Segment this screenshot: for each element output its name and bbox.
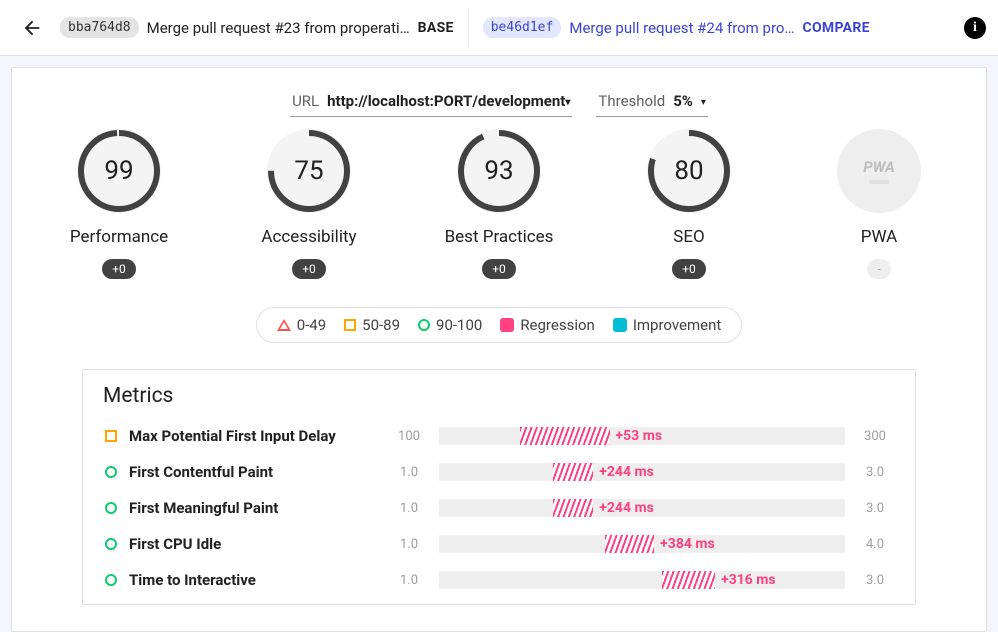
- gauge-label: SEO: [673, 227, 704, 247]
- legend-fail: 0-49: [277, 316, 326, 334]
- metric-min: 1.0: [389, 537, 429, 552]
- gauge-score: 93: [457, 129, 541, 213]
- chevron-down-icon: ▾: [565, 97, 570, 108]
- gauge-ring: 99: [77, 129, 161, 213]
- gauge-label: Best Practices: [445, 227, 554, 247]
- main-panel: URL http://localhost:PORT/development▾ T…: [11, 67, 987, 632]
- selectors: URL http://localhost:PORT/development▾ T…: [12, 86, 986, 117]
- gauge-delta: +0: [482, 259, 516, 279]
- legend-regression: Regression: [500, 316, 595, 334]
- gauge-ring: 75: [267, 129, 351, 213]
- metrics-list: Max Potential First Input Delay 100 +53 …: [103, 418, 895, 598]
- metric-name: Max Potential First Input Delay: [129, 427, 379, 445]
- threshold-selector[interactable]: Threshold 5% ▾: [596, 86, 708, 117]
- gauge-label: PWA: [861, 227, 898, 247]
- metric-max: 3.0: [855, 501, 895, 516]
- chevron-down-icon: ▾: [701, 97, 706, 108]
- square-icon: [105, 430, 117, 442]
- improvement-swatch: [613, 318, 627, 332]
- gauge-delta: +0: [292, 259, 326, 279]
- metric-delta: +384 ms: [654, 535, 715, 553]
- metric-name: First Meaningful Paint: [129, 499, 379, 517]
- back-button[interactable]: [12, 8, 52, 48]
- gauge-label: Accessibility: [261, 227, 356, 247]
- metric-delta: +244 ms: [593, 463, 654, 481]
- gauge-score: 75: [267, 129, 351, 213]
- url-value: http://localhost:PORT/development▾: [327, 92, 570, 110]
- metric-name: First CPU Idle: [129, 535, 379, 553]
- base-commit[interactable]: bba764d8 Merge pull request #23 from pro…: [60, 17, 454, 38]
- gauge-delta: +0: [102, 259, 136, 279]
- metric-delta: +244 ms: [593, 499, 654, 517]
- compare-commit[interactable]: be46d1ef Merge pull request #24 from pro…: [483, 17, 870, 38]
- gauge-seo[interactable]: 80 SEO +0: [624, 129, 754, 279]
- regression-swatch: [500, 318, 514, 332]
- metric-bar: +316 ms: [439, 571, 845, 589]
- topbar: bba764d8 Merge pull request #23 from pro…: [0, 0, 998, 56]
- triangle-icon: [277, 319, 291, 331]
- legend-pass: 90-100: [418, 316, 482, 334]
- metric-max: 3.0: [855, 573, 895, 588]
- metric-bar: +244 ms: [439, 499, 845, 517]
- metric-row[interactable]: First CPU Idle 1.0 +384 ms 4.0: [103, 526, 895, 562]
- metric-bar: +53 ms: [439, 427, 845, 445]
- legend-improvement: Improvement: [613, 316, 721, 334]
- gauge-delta: -: [867, 259, 891, 279]
- url-selector[interactable]: URL http://localhost:PORT/development▾: [290, 86, 572, 117]
- gauge-ring: 93: [457, 129, 541, 213]
- gauge-delta: +0: [672, 259, 706, 279]
- gauges-row: 99 Performance +0 75 Accessibility +0 93…: [12, 129, 986, 279]
- base-hash: bba764d8: [60, 17, 139, 38]
- metric-bar: +244 ms: [439, 463, 845, 481]
- metric-max: 300: [855, 429, 895, 444]
- gauge-score: 80: [647, 129, 731, 213]
- threshold-label: Threshold: [598, 92, 665, 110]
- metric-delta: +316 ms: [715, 571, 776, 589]
- metric-name: First Contentful Paint: [129, 463, 379, 481]
- info-icon[interactable]: i: [964, 17, 986, 39]
- legend-warn: 50-89: [344, 316, 400, 334]
- gauge-pwa[interactable]: PWA PWA -: [814, 129, 944, 279]
- gauge-accessibility[interactable]: 75 Accessibility +0: [244, 129, 374, 279]
- gauge-score: 99: [77, 129, 161, 213]
- metric-bar: +384 ms: [439, 535, 845, 553]
- metric-delta: +53 ms: [610, 427, 663, 445]
- url-label: URL: [292, 92, 319, 110]
- arrow-left-icon: [21, 17, 43, 39]
- circle-icon: [418, 319, 430, 331]
- compare-tag: COMPARE: [803, 20, 870, 36]
- compare-commit-message: Merge pull request #24 from pro…: [569, 19, 794, 37]
- metric-row[interactable]: First Contentful Paint 1.0 +244 ms 3.0: [103, 454, 895, 490]
- metric-row[interactable]: Max Potential First Input Delay 100 +53 …: [103, 418, 895, 454]
- metric-row[interactable]: Time to Interactive 1.0 +316 ms 3.0: [103, 562, 895, 598]
- metric-row[interactable]: First Meaningful Paint 1.0 +244 ms 3.0: [103, 490, 895, 526]
- circle-icon: [105, 538, 117, 550]
- base-tag: BASE: [418, 20, 454, 36]
- legend: 0-49 50-89 90-100 Regression Improvement: [256, 307, 743, 343]
- metric-max: 3.0: [855, 465, 895, 480]
- metric-min: 1.0: [389, 501, 429, 516]
- circle-icon: [105, 502, 117, 514]
- metrics-card: Metrics Max Potential First Input Delay …: [82, 369, 916, 605]
- metric-min: 100: [389, 429, 429, 444]
- pwa-icon: PWA: [837, 129, 921, 213]
- metric-min: 1.0: [389, 465, 429, 480]
- circle-icon: [105, 466, 117, 478]
- gauge-performance[interactable]: 99 Performance +0: [54, 129, 184, 279]
- metric-name: Time to Interactive: [129, 571, 379, 589]
- circle-icon: [105, 574, 117, 586]
- gauge-best-practices[interactable]: 93 Best Practices +0: [434, 129, 564, 279]
- divider: [468, 10, 469, 46]
- compare-hash: be46d1ef: [483, 17, 562, 38]
- base-commit-message: Merge pull request #23 from properati…: [147, 19, 410, 37]
- metric-min: 1.0: [389, 573, 429, 588]
- threshold-value: 5%: [673, 92, 693, 110]
- metrics-title: Metrics: [103, 384, 895, 408]
- gauge-ring: 80: [647, 129, 731, 213]
- metric-max: 4.0: [855, 537, 895, 552]
- square-icon: [344, 319, 356, 331]
- gauge-label: Performance: [70, 227, 168, 247]
- legend-row: 0-49 50-89 90-100 Regression Improvement: [12, 307, 986, 343]
